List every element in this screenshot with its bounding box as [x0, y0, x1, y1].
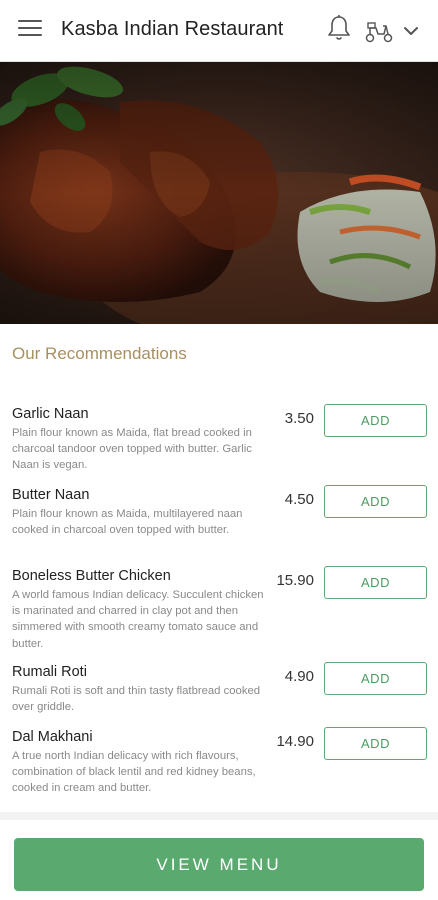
divider	[0, 812, 438, 820]
add-button[interactable]: ADD	[324, 566, 427, 599]
item-price: 3.50	[284, 410, 314, 427]
item-description: A world famous Indian delicacy. Succulen…	[12, 589, 264, 650]
item-name: Butter Naan	[12, 487, 90, 503]
item-name: Boneless Butter Chicken	[12, 568, 171, 584]
item-name: Dal Makhani	[12, 729, 93, 745]
item-price: 14.90	[276, 733, 314, 750]
item-name: Rumali Roti	[12, 664, 87, 680]
bell-icon[interactable]	[326, 14, 352, 42]
item-description: A true north Indian delicacy with rich f…	[12, 750, 256, 795]
add-button[interactable]: ADD	[324, 727, 427, 760]
item-name: Garlic Naan	[12, 406, 89, 422]
tandoori-chicken-photo	[0, 62, 438, 324]
item-price: 15.90	[276, 572, 314, 589]
chevron-down-icon[interactable]	[403, 25, 419, 37]
add-button[interactable]: ADD	[324, 404, 427, 437]
item-description: Rumali Roti is soft and thin tasty flatb…	[12, 685, 261, 714]
add-button[interactable]: ADD	[324, 485, 427, 518]
view-menu-button[interactable]: VIEW MENU	[14, 838, 424, 891]
item-price: 4.50	[284, 491, 314, 508]
add-button[interactable]: ADD	[324, 662, 427, 695]
item-description: Plain flour known as Maida, multilayered…	[12, 508, 243, 537]
hamburger-menu-icon[interactable]	[18, 20, 42, 42]
restaurant-title: Kasba Indian Restaurant	[61, 18, 284, 40]
item-price: 4.90	[284, 668, 314, 685]
item-description: Plain flour known as Maida, flat bread c…	[12, 427, 252, 472]
scooter-icon[interactable]	[364, 18, 394, 44]
app-header: Kasba Indian Restaurant	[0, 0, 438, 62]
hero-food-image	[0, 62, 438, 324]
recommendations-title: Our Recommendations	[12, 344, 187, 363]
